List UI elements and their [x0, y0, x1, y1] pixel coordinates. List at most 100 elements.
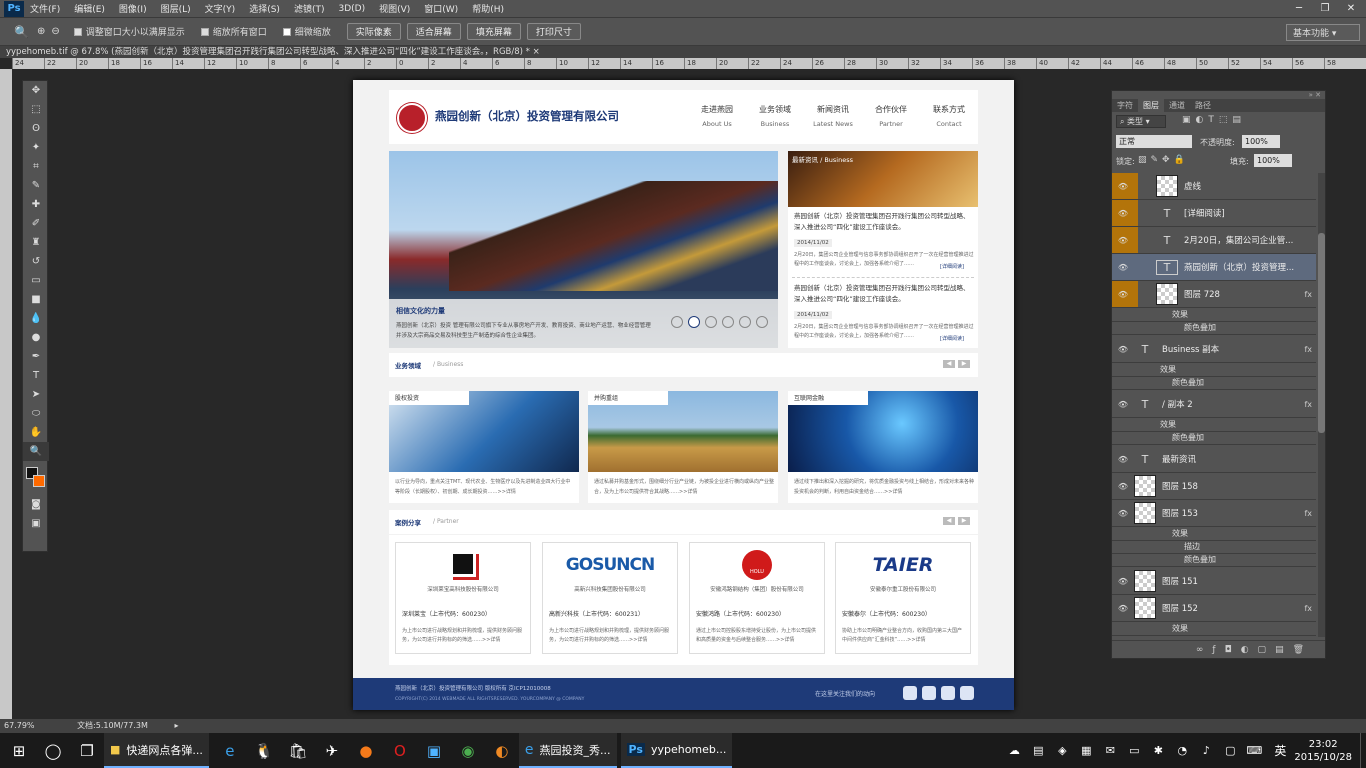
menu-layer[interactable]: 图层(L): [161, 2, 191, 15]
cloud-icon[interactable]: ☁: [1004, 736, 1024, 766]
qq-icon[interactable]: 🐧: [249, 736, 279, 766]
tab-layers[interactable]: 图层: [1138, 99, 1164, 112]
task-view-icon[interactable]: ❐: [72, 736, 102, 766]
battery-icon[interactable]: ▭: [1124, 736, 1144, 766]
fx-icon[interactable]: fx: [1304, 290, 1312, 299]
close-icon[interactable]: ✕: [1338, 1, 1364, 16]
layer-row[interactable]: 👁 图层 151: [1112, 568, 1316, 595]
lock-icons[interactable]: ▨✎✥🔒: [1138, 155, 1189, 165]
show-desktop-button[interactable]: [1360, 733, 1366, 768]
panel-scrollbar[interactable]: [1318, 173, 1325, 637]
tab-paths[interactable]: 路径: [1190, 99, 1216, 112]
menu-filter[interactable]: 滤镜(T): [294, 2, 325, 15]
clock[interactable]: 23:02 2015/10/28: [1294, 738, 1352, 764]
eye-icon[interactable]: 👁: [1112, 263, 1134, 272]
magic-wand-tool-icon[interactable]: ✦: [23, 138, 49, 157]
remote-desktop-icon[interactable]: ▣: [419, 736, 449, 766]
layer-row[interactable]: 👁 图层 152 fx: [1112, 595, 1316, 622]
filter-icons[interactable]: ▣◐T⬚▤: [1182, 115, 1246, 125]
path-selection-tool-icon[interactable]: ➤: [23, 385, 49, 404]
prev-arrow-icon[interactable]: ◀: [943, 517, 955, 525]
wechat-icon[interactable]: [960, 686, 974, 700]
case-card[interactable]: GOSUNCN 高新兴科技集团股份有限公司 高新兴科技（上市代码：600231）…: [542, 542, 678, 654]
zoom-out-icon[interactable]: ⊖: [51, 26, 59, 37]
screen-mode-icon[interactable]: ▣: [23, 514, 49, 533]
store-icon[interactable]: 🛍: [283, 736, 313, 766]
eye-icon[interactable]: 👁: [1112, 236, 1134, 245]
layer-row[interactable]: 👁 T 最新资讯: [1112, 446, 1316, 473]
eye-icon[interactable]: 👁: [1112, 455, 1134, 464]
eye-icon[interactable]: 👁: [1112, 400, 1134, 409]
layer-actions-bar[interactable]: ∞ƒ◘◐▢▤🗑: [1112, 640, 1325, 658]
case-card[interactable]: HOLU 安徽鸿路钢结构（集团）股份有限公司 安徽鸿路（上市代码：600230）…: [689, 542, 825, 654]
qq-icon[interactable]: [903, 686, 917, 700]
color-swatches[interactable]: [23, 461, 49, 495]
tray-icon[interactable]: ▤: [1028, 736, 1048, 766]
zoom-tool-icon[interactable]: 🔍: [14, 25, 29, 39]
menu-window[interactable]: 窗口(W): [424, 2, 458, 15]
weibo-icon[interactable]: [922, 686, 936, 700]
background-color-swatch[interactable]: [33, 475, 45, 487]
layer-row[interactable]: 👁 T Business 副本 fx: [1112, 336, 1316, 363]
menu-image[interactable]: 图像(I): [119, 2, 147, 15]
actual-pixels-button[interactable]: 实际像素: [346, 23, 401, 40]
prev-arrow-icon[interactable]: ◀: [943, 360, 955, 368]
nav-news[interactable]: 新闻资讯 Latest News: [807, 104, 859, 128]
chrome-icon[interactable]: ◉: [453, 736, 483, 766]
carousel-dot-active[interactable]: [688, 316, 700, 328]
nav-partner[interactable]: 合作伙伴 Partner: [865, 104, 917, 128]
news-item-title[interactable]: 燕园创新（北京）投资管理集团召开践行集团公司转型战略、深入推进公司“四化”建设工…: [794, 211, 974, 233]
effects-row[interactable]: 效果: [1112, 419, 1316, 432]
effects-row[interactable]: 效果: [1112, 623, 1316, 636]
next-arrow-icon[interactable]: ▶: [958, 517, 970, 525]
nav-contact[interactable]: 联系方式 Contact: [923, 104, 975, 128]
opera-icon[interactable]: O: [385, 736, 415, 766]
document-canvas[interactable]: 燕园创新（北京）投资管理有限公司 走进燕园 About Us 业务领域 Busine…: [353, 80, 1014, 710]
zoom-all-checkbox[interactable]: [200, 27, 209, 36]
taskbar-app-ie[interactable]: e 燕园投资_秀...: [518, 733, 617, 768]
effect-color-overlay[interactable]: 颜色叠加: [1112, 322, 1316, 335]
marquee-tool-icon[interactable]: ⬚: [23, 100, 49, 119]
tab-channels[interactable]: 通道: [1164, 99, 1190, 112]
fill-input[interactable]: 100%: [1254, 154, 1292, 167]
history-brush-tool-icon[interactable]: ↺: [23, 252, 49, 271]
tray-icon[interactable]: ◈: [1052, 736, 1072, 766]
print-size-button[interactable]: 打印尺寸: [526, 23, 581, 40]
lasso-tool-icon[interactable]: ʘ: [23, 119, 49, 138]
opacity-input[interactable]: 100%: [1242, 135, 1280, 148]
volume-icon[interactable]: ♪: [1196, 736, 1216, 766]
carousel-dot[interactable]: [705, 316, 717, 328]
eye-icon[interactable]: 👁: [1112, 482, 1134, 491]
firefox-icon[interactable]: ●: [351, 736, 381, 766]
pen-tool-icon[interactable]: ✒: [23, 347, 49, 366]
quick-mask-icon[interactable]: ◙: [23, 495, 49, 514]
dodge-tool-icon[interactable]: ●: [23, 328, 49, 347]
blur-tool-icon[interactable]: 💧: [23, 309, 49, 328]
ime-indicator[interactable]: 英: [1274, 742, 1286, 759]
eye-icon[interactable]: 👁: [1112, 509, 1134, 518]
news-item-title[interactable]: 燕园创新（北京）投资管理集团召开践行集团公司转型战略、深入推进公司“四化”建设工…: [794, 283, 974, 305]
fit-screen-button[interactable]: 适合屏幕: [406, 23, 461, 40]
effects-row[interactable]: 效果: [1112, 364, 1316, 377]
layer-row-selected[interactable]: 👁 T 燕园创新（北京）投资管理...: [1112, 254, 1316, 281]
move-tool-icon[interactable]: ✥: [23, 81, 49, 100]
zoom-tool-icon[interactable]: 🔍: [23, 442, 49, 461]
resize-window-checkbox[interactable]: [73, 27, 82, 36]
business-card[interactable]: 股权投资 以行业为导向，重点关注TMT、现代农业、生物医疗以及先进制造业四大行业…: [389, 391, 579, 503]
tab-character[interactable]: 字符: [1112, 99, 1138, 112]
bluetooth-icon[interactable]: ✱: [1148, 736, 1168, 766]
effect-color-overlay[interactable]: 颜色叠加: [1112, 377, 1316, 390]
effect-color-overlay[interactable]: 颜色叠加: [1112, 554, 1316, 567]
windows-start-icon[interactable]: ⊞: [4, 736, 34, 766]
zoom-in-icon[interactable]: ⊕: [37, 26, 45, 37]
eye-icon[interactable]: 👁: [1112, 290, 1134, 299]
news-item-more[interactable]: [详细阅读]: [940, 263, 964, 270]
carousel-dot[interactable]: [671, 316, 683, 328]
layer-row[interactable]: 👁 T [详细阅读]: [1112, 200, 1316, 227]
layer-row[interactable]: 👁 图层 158: [1112, 473, 1316, 500]
carousel-dot[interactable]: [756, 316, 768, 328]
search-icon[interactable]: [941, 686, 955, 700]
brush-tool-icon[interactable]: ✐: [23, 214, 49, 233]
nav-about[interactable]: 走进燕园 About Us: [691, 104, 743, 128]
photoshop-logo-icon[interactable]: Ps: [4, 0, 24, 17]
